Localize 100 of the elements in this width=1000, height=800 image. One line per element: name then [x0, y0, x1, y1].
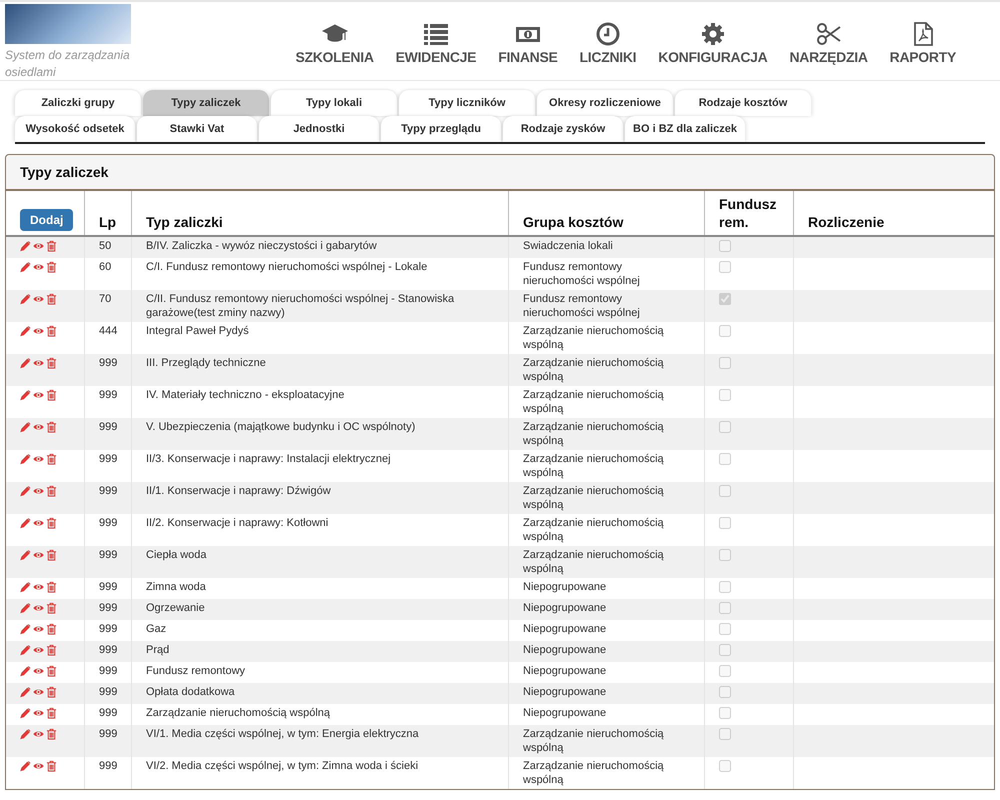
nav-menu-item[interactable]: RAPORTY: [878, 22, 967, 65]
column-header: Typ zaliczki: [146, 214, 223, 230]
nav-menu-item[interactable]: LICZNIKI: [568, 22, 648, 65]
nav-menu-item[interactable]: EWIDENCJE: [384, 22, 488, 65]
table-cell: 999: [84, 418, 132, 450]
tab[interactable]: BO i BZ dla zaliczek: [625, 116, 745, 142]
table-cell: III. Przeglądy techniczne: [132, 354, 508, 386]
table-cell: II/2. Konserwacje i naprawy: Kotłowni: [132, 514, 508, 546]
delete-trash-icon[interactable]: [46, 760, 57, 772]
edit-pencil-icon[interactable]: [20, 517, 31, 529]
nav-menu-item[interactable]: SZKOLENIA: [284, 22, 385, 65]
tab[interactable]: Rodzaje kosztów: [675, 90, 811, 116]
edit-pencil-icon[interactable]: [20, 357, 31, 369]
table-cell: C/II. Fundusz remontowy nieruchomości wspólnej - Stanowiska garażowe(test zminy nazwy): [132, 290, 508, 322]
table-cell: Gaz: [132, 620, 508, 641]
tab[interactable]: Wysokość odsetek: [15, 116, 135, 142]
tab[interactable]: Typy przeglądu: [381, 116, 501, 142]
tab[interactable]: Typy liczników: [399, 90, 535, 116]
delete-trash-icon[interactable]: [46, 707, 57, 719]
table-cell: Niepogrupowane: [508, 662, 704, 683]
edit-pencil-icon[interactable]: [20, 686, 31, 698]
table-cell: 999: [84, 354, 132, 386]
edit-pencil-icon[interactable]: [20, 240, 31, 252]
edit-pencil-icon[interactable]: [20, 644, 31, 656]
edit-pencil-icon[interactable]: [20, 760, 31, 772]
tab[interactable]: Stawki Vat: [137, 116, 257, 142]
table-cell: II/1. Konserwacje i naprawy: Dźwigów: [132, 482, 508, 514]
tab[interactable]: Typy zaliczek: [143, 90, 269, 116]
edit-pencil-icon[interactable]: [20, 293, 31, 305]
edit-pencil-icon[interactable]: [20, 665, 31, 677]
delete-trash-icon[interactable]: [46, 293, 57, 305]
gear-icon: [700, 22, 726, 46]
table-cell: Fundusz remontowy nieruchomości wspólnej: [508, 258, 704, 290]
table-cell: 60: [84, 258, 132, 290]
edit-pencil-icon[interactable]: [20, 453, 31, 465]
edit-pencil-icon[interactable]: [20, 581, 31, 593]
table-cell: 70: [84, 290, 132, 322]
delete-trash-icon[interactable]: [46, 549, 57, 561]
delete-trash-icon[interactable]: [46, 665, 57, 677]
table-cell: Zarządzanie nieruchomością wspólną: [508, 757, 704, 789]
edit-pencil-icon[interactable]: [20, 707, 31, 719]
edit-pencil-icon[interactable]: [20, 728, 31, 740]
delete-trash-icon[interactable]: [46, 581, 57, 593]
tab[interactable]: Rodzaje zysków: [503, 116, 623, 142]
edit-pencil-icon[interactable]: [20, 421, 31, 433]
delete-trash-icon[interactable]: [46, 240, 57, 252]
table-cell: Zarządzanie nieruchomością wspólną: [508, 725, 704, 757]
delete-trash-icon[interactable]: [46, 389, 57, 401]
delete-trash-icon[interactable]: [46, 728, 57, 740]
column-header: Fundusz rem.: [719, 196, 777, 230]
delete-trash-icon[interactable]: [46, 357, 57, 369]
nav-menu-item[interactable]: FINANSE: [487, 22, 569, 65]
delete-trash-icon[interactable]: [46, 485, 57, 497]
table-cell: Zarządzanie nieruchomością wspólną: [508, 450, 704, 482]
delete-trash-icon[interactable]: [46, 517, 57, 529]
delete-trash-icon[interactable]: [46, 686, 57, 698]
table-cell: 999: [84, 757, 132, 789]
edit-pencil-icon[interactable]: [20, 623, 31, 635]
delete-trash-icon[interactable]: [46, 453, 57, 465]
delete-trash-icon[interactable]: [46, 602, 57, 614]
nav-menu-item[interactable]: KONFIGURACJA: [647, 22, 778, 65]
table-cell: Niepogrupowane: [508, 683, 704, 704]
edit-pencil-icon[interactable]: [20, 485, 31, 497]
tab[interactable]: Jednostki: [259, 116, 379, 142]
table-cell: Zarządzanie nieruchomością wspólną: [508, 354, 704, 386]
column-header: Rozliczenie: [808, 214, 884, 230]
table-cell: Opłata dodatkowa: [132, 683, 508, 704]
delete-trash-icon[interactable]: [46, 261, 57, 273]
table-cell: Zarządzanie nieruchomością wspólną: [508, 546, 704, 578]
table-cell: Swiadczenia lokali: [508, 236, 704, 258]
tab[interactable]: Okresy rozliczeniowe: [537, 90, 673, 116]
table-cell: II/3. Konserwacje i naprawy: Instalacji elektrycznej: [132, 450, 508, 482]
nav-menu-item[interactable]: NARZĘDZIA: [778, 22, 879, 65]
table-cell: VI/2. Media części wspólnej, w tym: Zimna woda i ścieki: [132, 757, 508, 789]
edit-pencil-icon[interactable]: [20, 261, 31, 273]
table-cell: Zarządzanie nieruchomością wspólną: [508, 322, 704, 354]
table-cell: B/IV. Zaliczka - wywóz nieczystości i gabarytów: [132, 236, 508, 258]
scissors-icon: [816, 22, 842, 46]
delete-trash-icon[interactable]: [46, 644, 57, 656]
table-cell: Zarządzanie nieruchomością wspólną: [132, 704, 508, 725]
table-cell: Ogrzewanie: [132, 599, 508, 620]
table-cell: Zimna woda: [132, 578, 508, 599]
edit-pencil-icon[interactable]: [20, 549, 31, 561]
table-cell: 999: [84, 386, 132, 418]
tab[interactable]: Zaliczki grupy: [15, 90, 141, 116]
table-cell: 999: [84, 599, 132, 620]
edit-pencil-icon[interactable]: [20, 602, 31, 614]
table-cell: IV. Materiały techniczno - eksploatacyjne: [132, 386, 508, 418]
table-cell: Prąd: [132, 641, 508, 662]
delete-trash-icon[interactable]: [46, 623, 57, 635]
table-cell: Niepogrupowane: [508, 578, 704, 599]
table-cell: C/I. Fundusz remontowy nieruchomości wspólnej - Lokale: [132, 258, 508, 290]
delete-trash-icon[interactable]: [46, 325, 57, 337]
column-header: Grupa kosztów: [523, 214, 624, 230]
column-header: Lp: [99, 214, 116, 230]
tab[interactable]: Typy lokali: [271, 90, 397, 116]
edit-pencil-icon[interactable]: [20, 325, 31, 337]
delete-trash-icon[interactable]: [46, 421, 57, 433]
add-button[interactable]: Dodaj: [20, 209, 74, 231]
edit-pencil-icon[interactable]: [20, 389, 31, 401]
